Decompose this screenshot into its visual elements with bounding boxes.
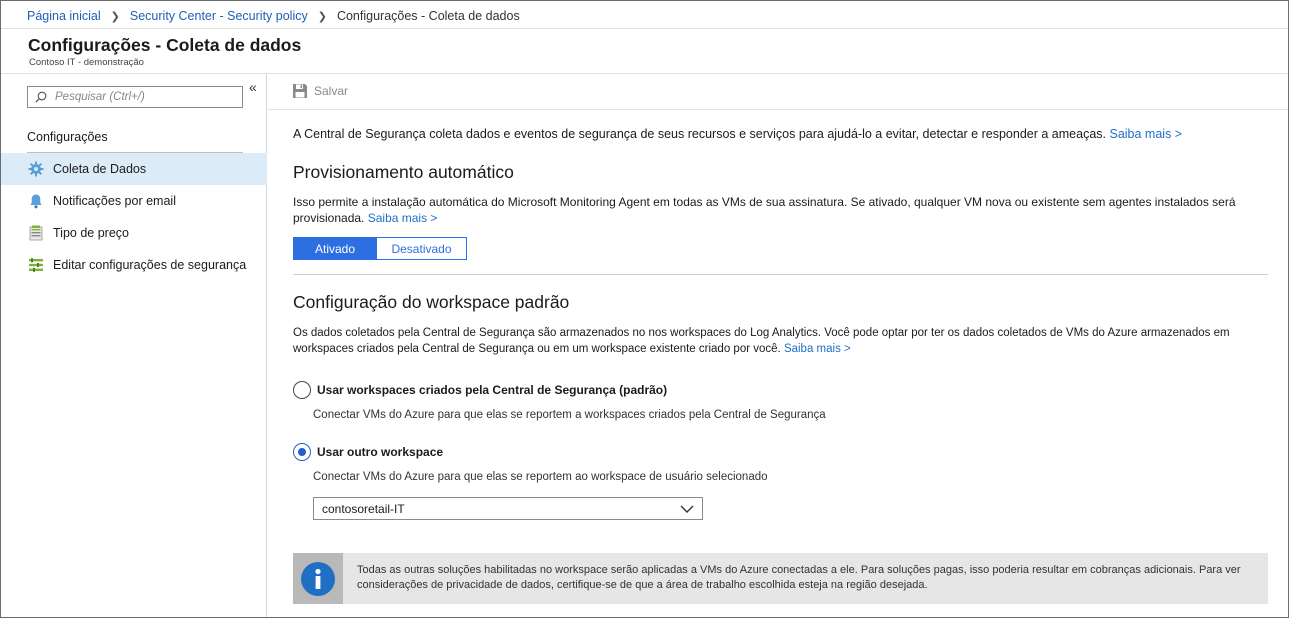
save-label: Salvar: [314, 84, 349, 98]
intro-paragraph: A Central de Segurança coleta dados e ev…: [293, 127, 1182, 141]
auto-provisioning-toggle: Ativado Desativado: [293, 237, 467, 260]
breadcrumb-current: Configurações - Coleta de dados: [336, 9, 520, 23]
sidebar: « Configurações: [1, 74, 267, 617]
page-title: Configurações - Coleta de dados: [28, 35, 302, 55]
sidebar-item-label: Coleta de Dados: [53, 162, 147, 176]
info-icon-container: [293, 553, 343, 604]
radio-button[interactable]: [293, 381, 311, 399]
sidebar-item-email-notifications[interactable]: Notificações por email: [1, 185, 267, 217]
search-input[interactable]: [55, 91, 235, 103]
workspace-text: Os dados coletados pela Central de Segur…: [293, 327, 1230, 355]
breadcrumb-security-policy[interactable]: Security Center - Security policy: [130, 9, 308, 23]
command-bar: Salvar: [268, 74, 1288, 110]
breadcrumb: Página inicial ❯ Security Center - Secur…: [27, 8, 520, 24]
chevron-right-icon: ❯: [110, 10, 120, 23]
save-button[interactable]: Salvar: [292, 83, 348, 99]
sidebar-nav: Coleta de Dados Notificações por email T…: [1, 153, 267, 281]
radio-option-other-workspace[interactable]: Usar outro workspace: [293, 443, 443, 461]
save-icon: [293, 84, 307, 98]
sidebar-item-label: Tipo de preço: [53, 226, 129, 240]
auto-provisioning-description: Isso permite a instalação automática do …: [293, 194, 1253, 226]
chevron-right-icon: ❯: [317, 10, 327, 23]
section-divider: [293, 274, 1268, 275]
intro-text: A Central de Segurança coleta dados e ev…: [293, 127, 1106, 141]
workspace-dropdown[interactable]: contosoretail-IT: [313, 497, 703, 520]
radio-option-description: Conectar VMs do Azure para que elas se r…: [313, 409, 826, 421]
sidebar-item-pricing-tier[interactable]: Tipo de preço: [1, 217, 267, 249]
workspace-learn-more-link[interactable]: Saiba mais >: [784, 343, 851, 355]
breadcrumb-home[interactable]: Página inicial: [27, 9, 101, 23]
pricing-icon: [27, 225, 44, 242]
sidebar-heading: Configurações: [27, 130, 108, 144]
bell-icon: [27, 193, 44, 210]
search-box[interactable]: [27, 86, 243, 108]
radio-button-selected[interactable]: [293, 443, 311, 461]
intro-learn-more-link[interactable]: Saiba mais >: [1109, 127, 1182, 141]
info-banner: Todas as outras soluções habilitadas no …: [293, 553, 1268, 604]
settings-list-icon: [27, 257, 44, 274]
workspace-description: Os dados coletados pela Central de Segur…: [293, 325, 1268, 357]
info-banner-text: Todas as outras soluções habilitadas no …: [357, 564, 1241, 591]
collapse-sidebar-button[interactable]: «: [249, 79, 257, 95]
chevron-down-icon: [680, 505, 694, 513]
sidebar-item-label: Notificações por email: [53, 194, 176, 208]
toggle-off-button[interactable]: Desativado: [376, 238, 466, 259]
sidebar-item-edit-security-settings[interactable]: Editar configurações de segurança: [1, 249, 267, 281]
radio-label: Usar workspaces criados pela Central de …: [317, 383, 668, 397]
section-title-workspace: Configuração do workspace padrão: [293, 292, 570, 312]
radio-option-description: Conectar VMs do Azure para que elas se r…: [313, 471, 768, 483]
sidebar-item-label: Editar configurações de segurança: [53, 258, 247, 272]
page-subtitle: Contoso IT - demonstração: [29, 57, 144, 68]
search-icon: [35, 91, 47, 103]
auto-learn-more-link[interactable]: Saiba mais >: [368, 211, 438, 225]
radio-option-default-workspace[interactable]: Usar workspaces criados pela Central de …: [293, 381, 667, 399]
workspace-selected-value: contosoretail-IT: [322, 501, 405, 516]
info-icon: [301, 561, 335, 596]
section-title-auto-provisioning: Provisionamento automático: [293, 162, 514, 182]
divider: [1, 28, 1288, 29]
radio-label: Usar outro workspace: [317, 445, 444, 459]
toggle-on-button[interactable]: Ativado: [294, 238, 376, 259]
sidebar-item-data-collection[interactable]: Coleta de Dados: [1, 153, 267, 185]
portal-frame: Página inicial ❯ Security Center - Secur…: [0, 0, 1289, 618]
gear-icon: [27, 161, 44, 178]
